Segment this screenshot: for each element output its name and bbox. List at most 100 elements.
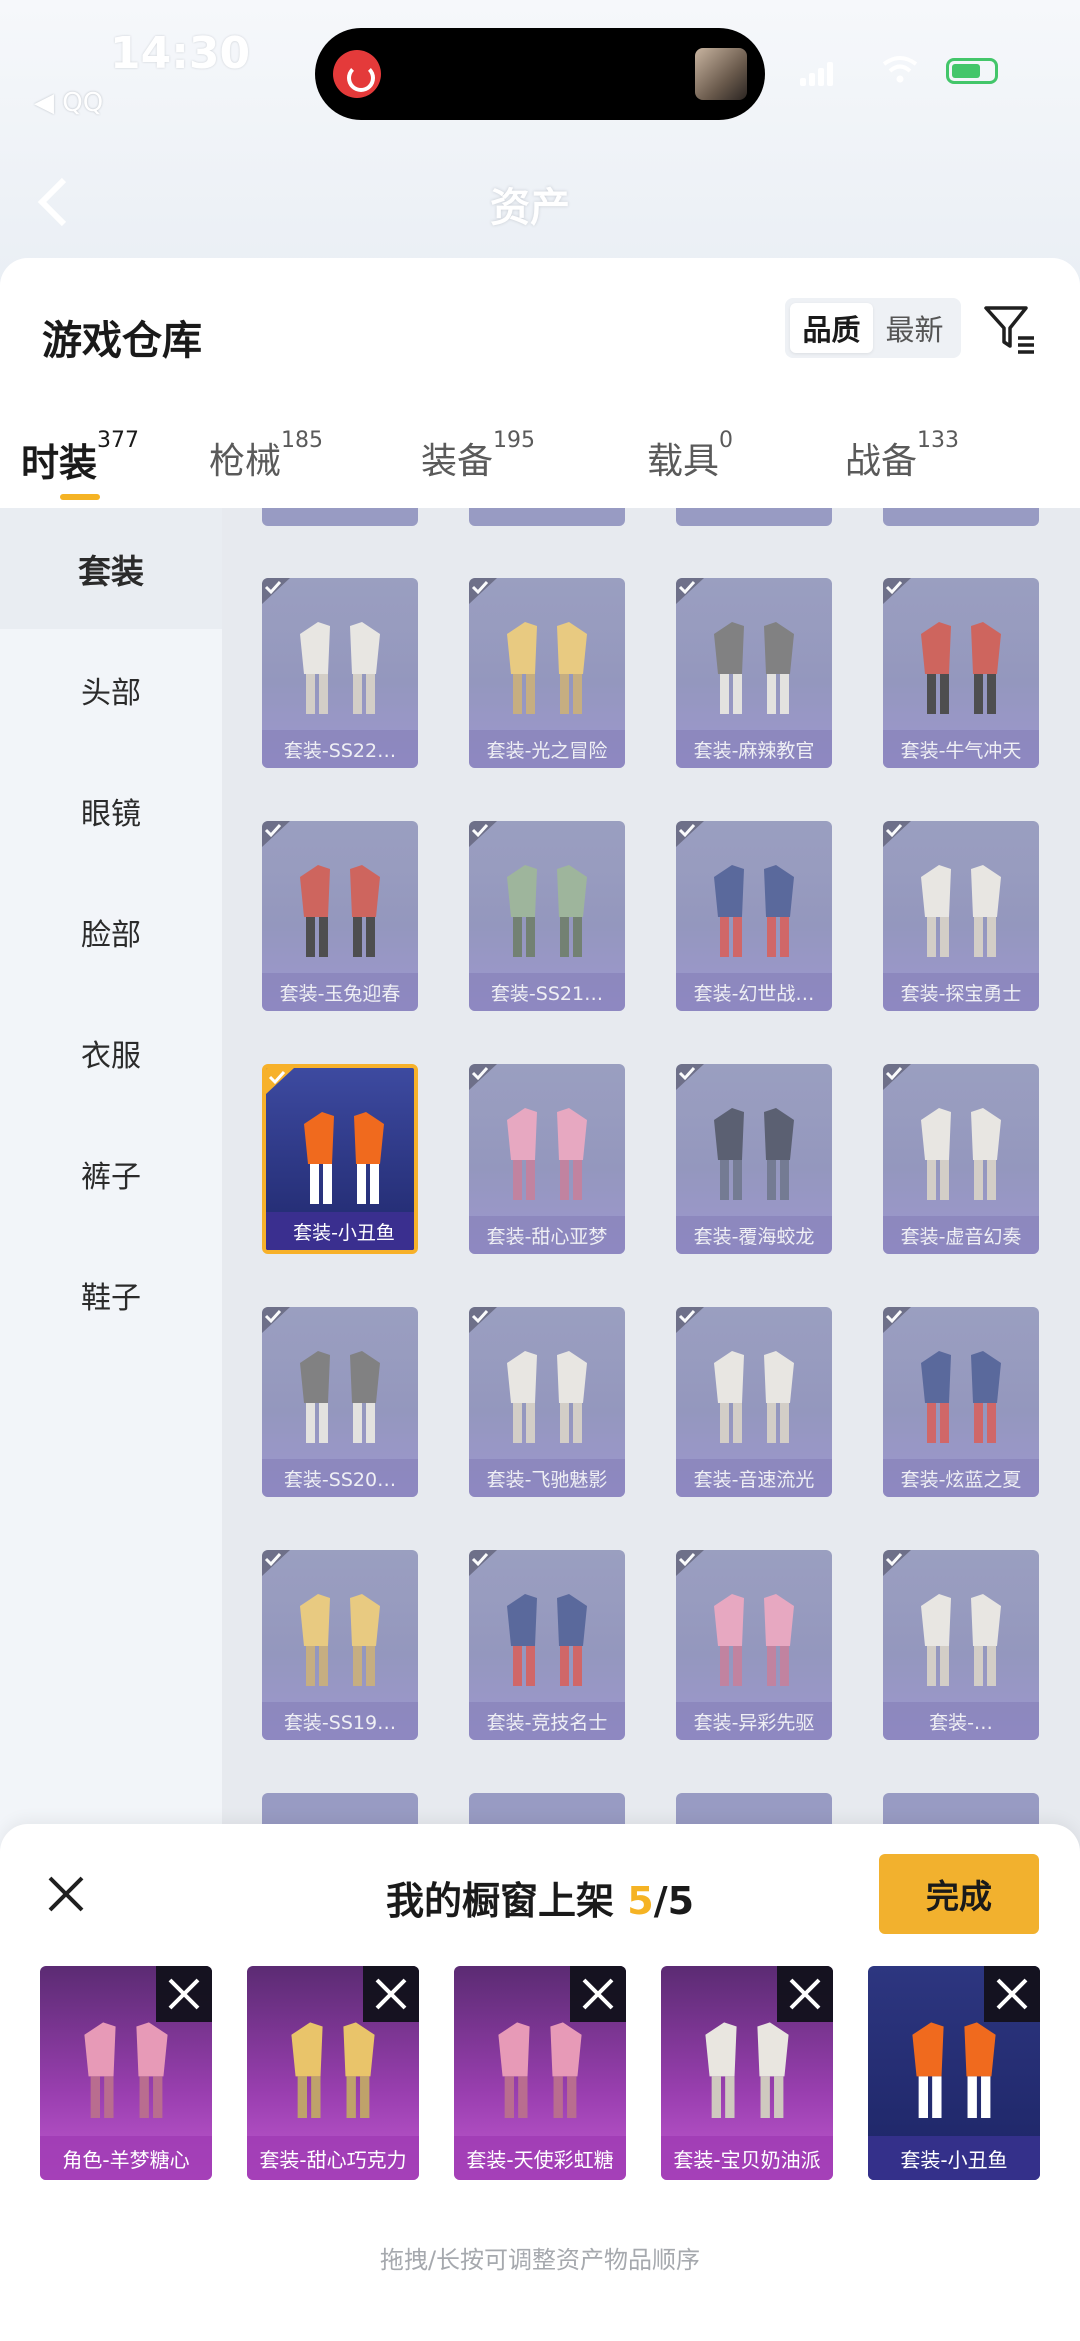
background-back-icon [37,177,67,227]
subnav-item[interactable]: 眼镜 [0,750,222,871]
tab-label: 时装 [20,441,97,485]
tab-0[interactable]: 时装377 [0,408,160,508]
item-label: 套装-异彩先驱 [676,1702,832,1740]
subnav-item[interactable]: 脸部 [0,871,222,992]
remove-icon[interactable] [363,1966,419,2022]
filter-icon[interactable] [980,298,1040,358]
check-icon [266,1068,294,1094]
item-label: 套装-玉兔迎春 [262,973,418,1011]
sheet-header: 游戏仓库 品质 最新 时装377 枪械185 装备195 载具0 战备133 [0,258,1080,508]
remove-icon[interactable] [984,1966,1040,2022]
sort-by-quality[interactable]: 品质 [790,303,873,353]
sort-by-newest[interactable]: 最新 [873,303,956,353]
outfit-figure [507,1108,587,1200]
partial-item-card[interactable] [262,508,418,526]
partial-item-card[interactable] [883,508,1039,526]
item-card[interactable]: 套装-覆海蛟龙 [676,1064,832,1254]
showcase-item[interactable]: 角色-羊梦糖心 [40,1966,212,2180]
outfit-figure [714,1594,794,1686]
item-label: 套装-甜心亚梦 [469,1216,625,1254]
subnav-item[interactable]: 鞋子 [0,1234,222,1355]
wifi-icon [882,56,918,83]
item-label: 套装-覆海蛟龙 [676,1216,832,1254]
check-icon [883,1307,911,1333]
item-label: 套装-光之冒险 [469,730,625,768]
outfit-figure [507,622,587,714]
item-label: 套装-探宝勇士 [883,973,1039,1011]
subnav-item[interactable]: 裤子 [0,1113,222,1234]
item-card[interactable]: 套装-虚音幻奏 [883,1064,1039,1254]
outfit-figure [921,1594,1001,1686]
check-icon [469,1307,497,1333]
item-card[interactable]: 套装-幻世战… [676,821,832,1011]
subnav-item[interactable]: 头部 [0,629,222,750]
remove-icon[interactable] [570,1966,626,2022]
item-card[interactable]: 套装-竞技名士 [469,1550,625,1740]
check-icon [676,1064,704,1090]
item-card[interactable]: 套装-SS21… [469,821,625,1011]
item-card[interactable]: 套装-光之冒险 [469,578,625,768]
tab-2[interactable]: 装备195 [372,408,584,508]
outfit-figure [300,865,380,957]
item-card[interactable]: 套装-小丑鱼 [262,1064,418,1254]
item-card[interactable]: 套装-音速流光 [676,1307,832,1497]
outfit-figure [300,1594,380,1686]
outfit-figure [921,1351,1001,1443]
item-card[interactable]: 套装-炫蓝之夏 [883,1307,1039,1497]
showcase-item[interactable]: 套装-宝贝奶油派 [661,1966,833,2180]
outfit-figure [714,1108,794,1200]
status-time: 14:30 [110,28,251,79]
remove-icon[interactable] [777,1966,833,2022]
showcase-item-label: 套装-宝贝奶油派 [661,2136,833,2180]
item-card[interactable]: 套装-探宝勇士 [883,821,1039,1011]
showcase-item[interactable]: 套装-小丑鱼 [868,1966,1040,2180]
sort-toggle: 品质 最新 [785,298,961,358]
item-card[interactable]: 套装-飞驰魅影 [469,1307,625,1497]
done-button[interactable]: 完成 [879,1854,1039,1934]
status-back-app[interactable]: ◀ QQ [34,88,103,118]
outfit-figure [921,1108,1001,1200]
item-card[interactable]: 套装-玉兔迎春 [262,821,418,1011]
item-label: 套装-音速流光 [676,1459,832,1497]
item-label: 套装-虚音幻奏 [883,1216,1039,1254]
item-card[interactable]: 套装-牛气冲天 [883,578,1039,768]
item-card[interactable]: 套装-甜心亚梦 [469,1064,625,1254]
check-icon [469,821,497,847]
tab-count: 185 [281,428,323,453]
item-label: 套装-… [883,1702,1039,1740]
category-tabs: 时装377 枪械185 装备195 载具0 战备133 [0,408,1080,508]
battery-icon [946,58,998,84]
item-label: 套装-麻辣教官 [676,730,832,768]
remove-icon[interactable] [156,1966,212,2022]
tab-4[interactable]: 战备133 [796,408,1008,508]
check-icon [883,1550,911,1576]
tab-count: 377 [97,428,139,453]
item-card[interactable]: 套装-… [883,1550,1039,1740]
item-card[interactable]: 套装-SS20… [262,1307,418,1497]
tab-label: 战备 [844,441,917,482]
item-card[interactable]: 套装-SS22… [262,578,418,768]
item-label: 套装-小丑鱼 [266,1212,414,1250]
check-icon [676,821,704,847]
tab-label: 装备 [420,441,493,482]
item-label: 套装-竞技名士 [469,1702,625,1740]
partial-item-card[interactable] [676,508,832,526]
item-card[interactable]: 套装-异彩先驱 [676,1550,832,1740]
item-label: 套装-SS19… [262,1702,418,1740]
showcase-item[interactable]: 套装-天使彩虹糖 [454,1966,626,2180]
item-label: 套装-SS20… [262,1459,418,1497]
outfit-figure [714,1351,794,1443]
tab-count: 133 [917,428,959,453]
subnav-item[interactable]: 套装 [0,508,222,629]
subnav-item[interactable]: 衣服 [0,992,222,1113]
outfit-figure [304,1112,384,1204]
check-icon [262,1307,290,1333]
tab-1[interactable]: 枪械185 [160,408,372,508]
item-label: 套装-SS21… [469,973,625,1011]
partial-item-card[interactable] [469,508,625,526]
showcase-item[interactable]: 套装-甜心巧克力 [247,1966,419,2180]
tab-3[interactable]: 载具0 [584,408,796,508]
check-icon [676,1550,704,1576]
item-card[interactable]: 套装-麻辣教官 [676,578,832,768]
item-card[interactable]: 套装-SS19… [262,1550,418,1740]
